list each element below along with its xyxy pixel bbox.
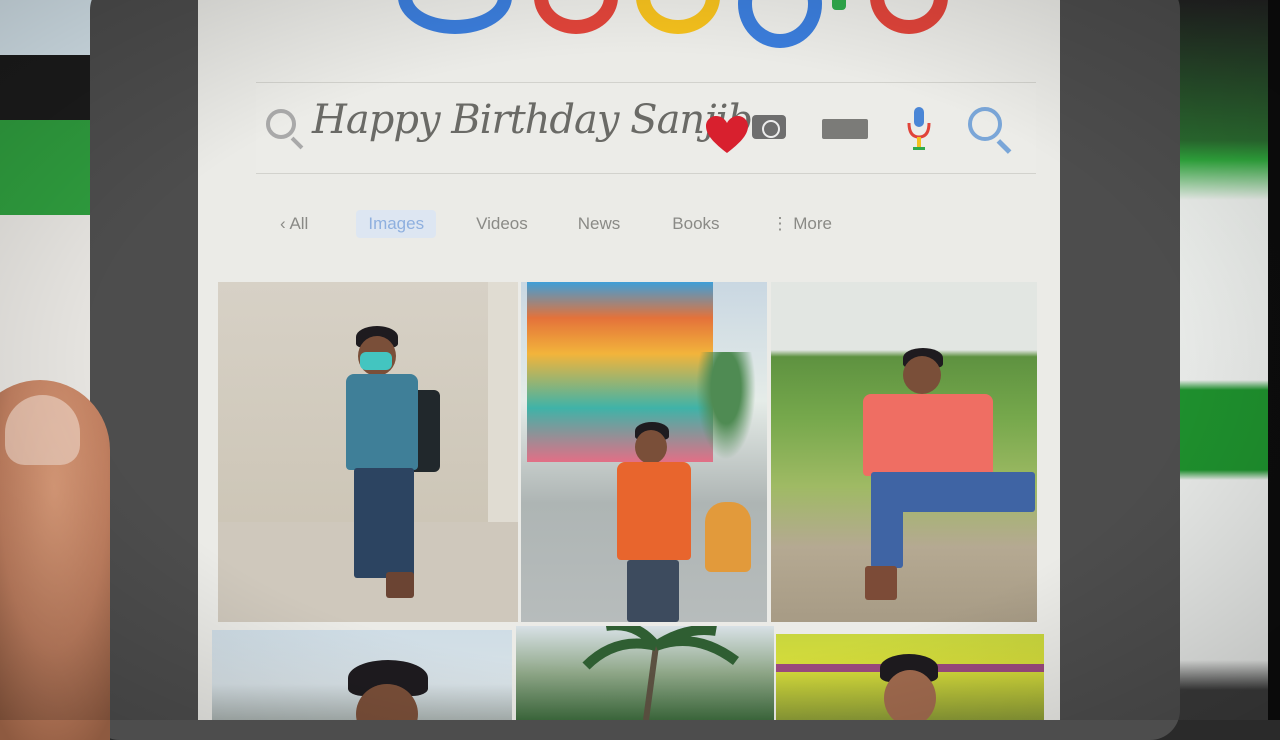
- search-tabs: ‹ All Images Videos News Books ⋮ More: [280, 206, 1000, 242]
- logo-letter-g-2: [738, 0, 822, 48]
- heart-icon: [706, 116, 748, 153]
- search-submit-icon[interactable]: [968, 107, 1002, 141]
- tab-all[interactable]: ‹ All: [280, 214, 308, 234]
- image-result[interactable]: [516, 626, 774, 720]
- logo-letter-o: [534, 0, 618, 34]
- search-icon: [266, 109, 296, 139]
- photo-lion-statue: [705, 502, 751, 572]
- image-result[interactable]: [521, 282, 767, 622]
- keyboard-icon[interactable]: [822, 119, 868, 139]
- search-input[interactable]: Happy Birthday Sanjib: [312, 97, 753, 143]
- microphone-icon[interactable]: [906, 105, 932, 153]
- photo-palm-trees: [582, 626, 739, 720]
- search-bar[interactable]: Happy Birthday Sanjib: [256, 82, 1036, 174]
- tab-videos[interactable]: Videos: [476, 214, 528, 234]
- image-result[interactable]: [218, 282, 518, 622]
- image-results-grid: [212, 280, 1054, 720]
- google-logo[interactable]: [398, 0, 948, 50]
- tab-more[interactable]: ⋮ More: [772, 214, 832, 234]
- background-edge: [1268, 0, 1280, 720]
- photo-person: [613, 422, 697, 622]
- image-result[interactable]: [771, 282, 1037, 622]
- logo-letter-o-2: [636, 0, 720, 34]
- tab-books[interactable]: Books: [672, 214, 719, 234]
- image-result[interactable]: [212, 630, 512, 720]
- photo-person: [342, 660, 432, 720]
- photo-person: [336, 322, 446, 612]
- logo-letter-l: [832, 0, 846, 10]
- logo-letter-g: [398, 0, 512, 34]
- tab-news[interactable]: News: [578, 214, 621, 234]
- tab-images[interactable]: Images: [356, 210, 437, 238]
- photo-palm: [691, 352, 761, 472]
- photo-person: [876, 654, 946, 720]
- photo-person: [861, 348, 1037, 618]
- phone-screen: Happy Birthday Sanjib ‹ All Images Video…: [198, 0, 1060, 720]
- logo-letter-e: [870, 0, 948, 34]
- thumbnail-nail: [5, 395, 80, 465]
- camera-icon[interactable]: [752, 115, 786, 139]
- image-result[interactable]: [776, 634, 1044, 720]
